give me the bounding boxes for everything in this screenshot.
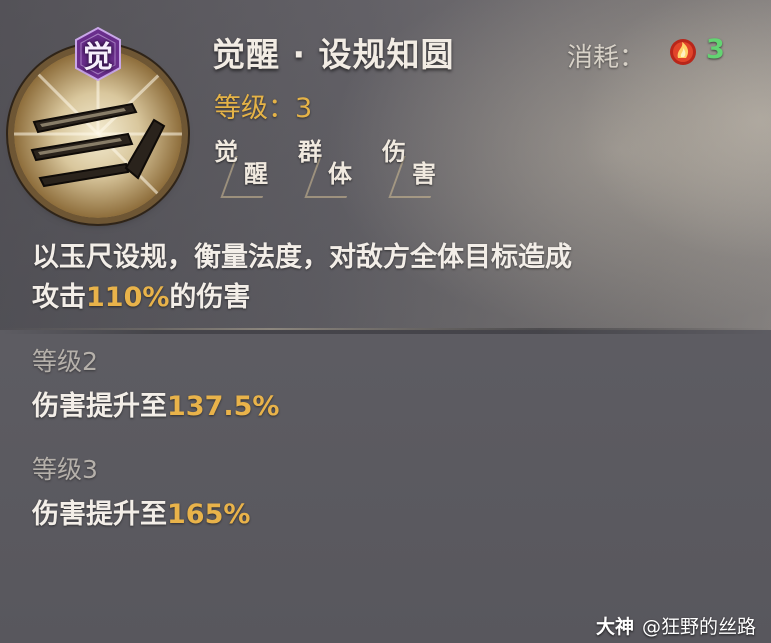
- tag-group: 群 体: [298, 132, 364, 198]
- upgrade-level-3-heading: 等级3: [32, 455, 98, 484]
- tag-char-2: 体: [328, 160, 352, 188]
- description-line-1: 以玉尺设规，衡量法度，对敌方全体目标造成: [32, 242, 572, 273]
- tag-char-1: 群: [298, 138, 322, 166]
- flame-orb-icon: [668, 36, 698, 68]
- awaken-badge-label: 觉: [83, 40, 113, 75]
- section-divider: [0, 328, 771, 334]
- tag-damage: 伤 害: [382, 132, 448, 198]
- tag-awaken: 觉 醒: [214, 132, 280, 198]
- tag-char-1: 伤: [382, 138, 406, 166]
- upgrade-level-2-text: 伤害提升至137.5%: [32, 384, 279, 423]
- skill-level: 等级：3: [214, 93, 313, 124]
- watermark-handle: @狂野的丝路: [642, 616, 757, 638]
- description-value: 110%: [86, 282, 170, 313]
- watermark-brand: 大神: [596, 616, 635, 638]
- description-prefix: 攻击: [32, 282, 86, 313]
- tag-char-2: 醒: [244, 160, 268, 188]
- upgrade-level-2-heading: 等级2: [32, 347, 98, 376]
- description-suffix: 的伤害: [169, 282, 251, 313]
- cost-value: 3: [706, 34, 725, 65]
- description-line-2: 攻击110%的伤害: [32, 278, 752, 318]
- upgrade-text: 伤害提升至: [32, 499, 167, 530]
- tag-char-2: 害: [412, 160, 436, 188]
- watermark: 大神 @狂野的丝路: [596, 612, 756, 639]
- upgrade-text: 伤害提升至: [32, 391, 167, 422]
- skill-description: 以玉尺设规，衡量法度，对敌方全体目标造成 攻击110%的伤害: [32, 238, 752, 318]
- upgrade-value: 137.5%: [167, 391, 280, 422]
- upgrade-value: 165%: [167, 499, 251, 530]
- skill-tooltip-panel: 觉 觉醒 · 设规知圆 等级：3 消耗： 3 觉 醒 群 体 伤 害 以玉尺设规…: [0, 0, 771, 643]
- upgrade-level-3-text: 伤害提升至165%: [32, 492, 250, 531]
- awaken-badge: 觉: [70, 26, 126, 82]
- tag-char-1: 觉: [214, 138, 238, 166]
- cost-label: 消耗：: [567, 43, 646, 73]
- skill-title: 觉醒 · 设规知圆: [212, 35, 455, 74]
